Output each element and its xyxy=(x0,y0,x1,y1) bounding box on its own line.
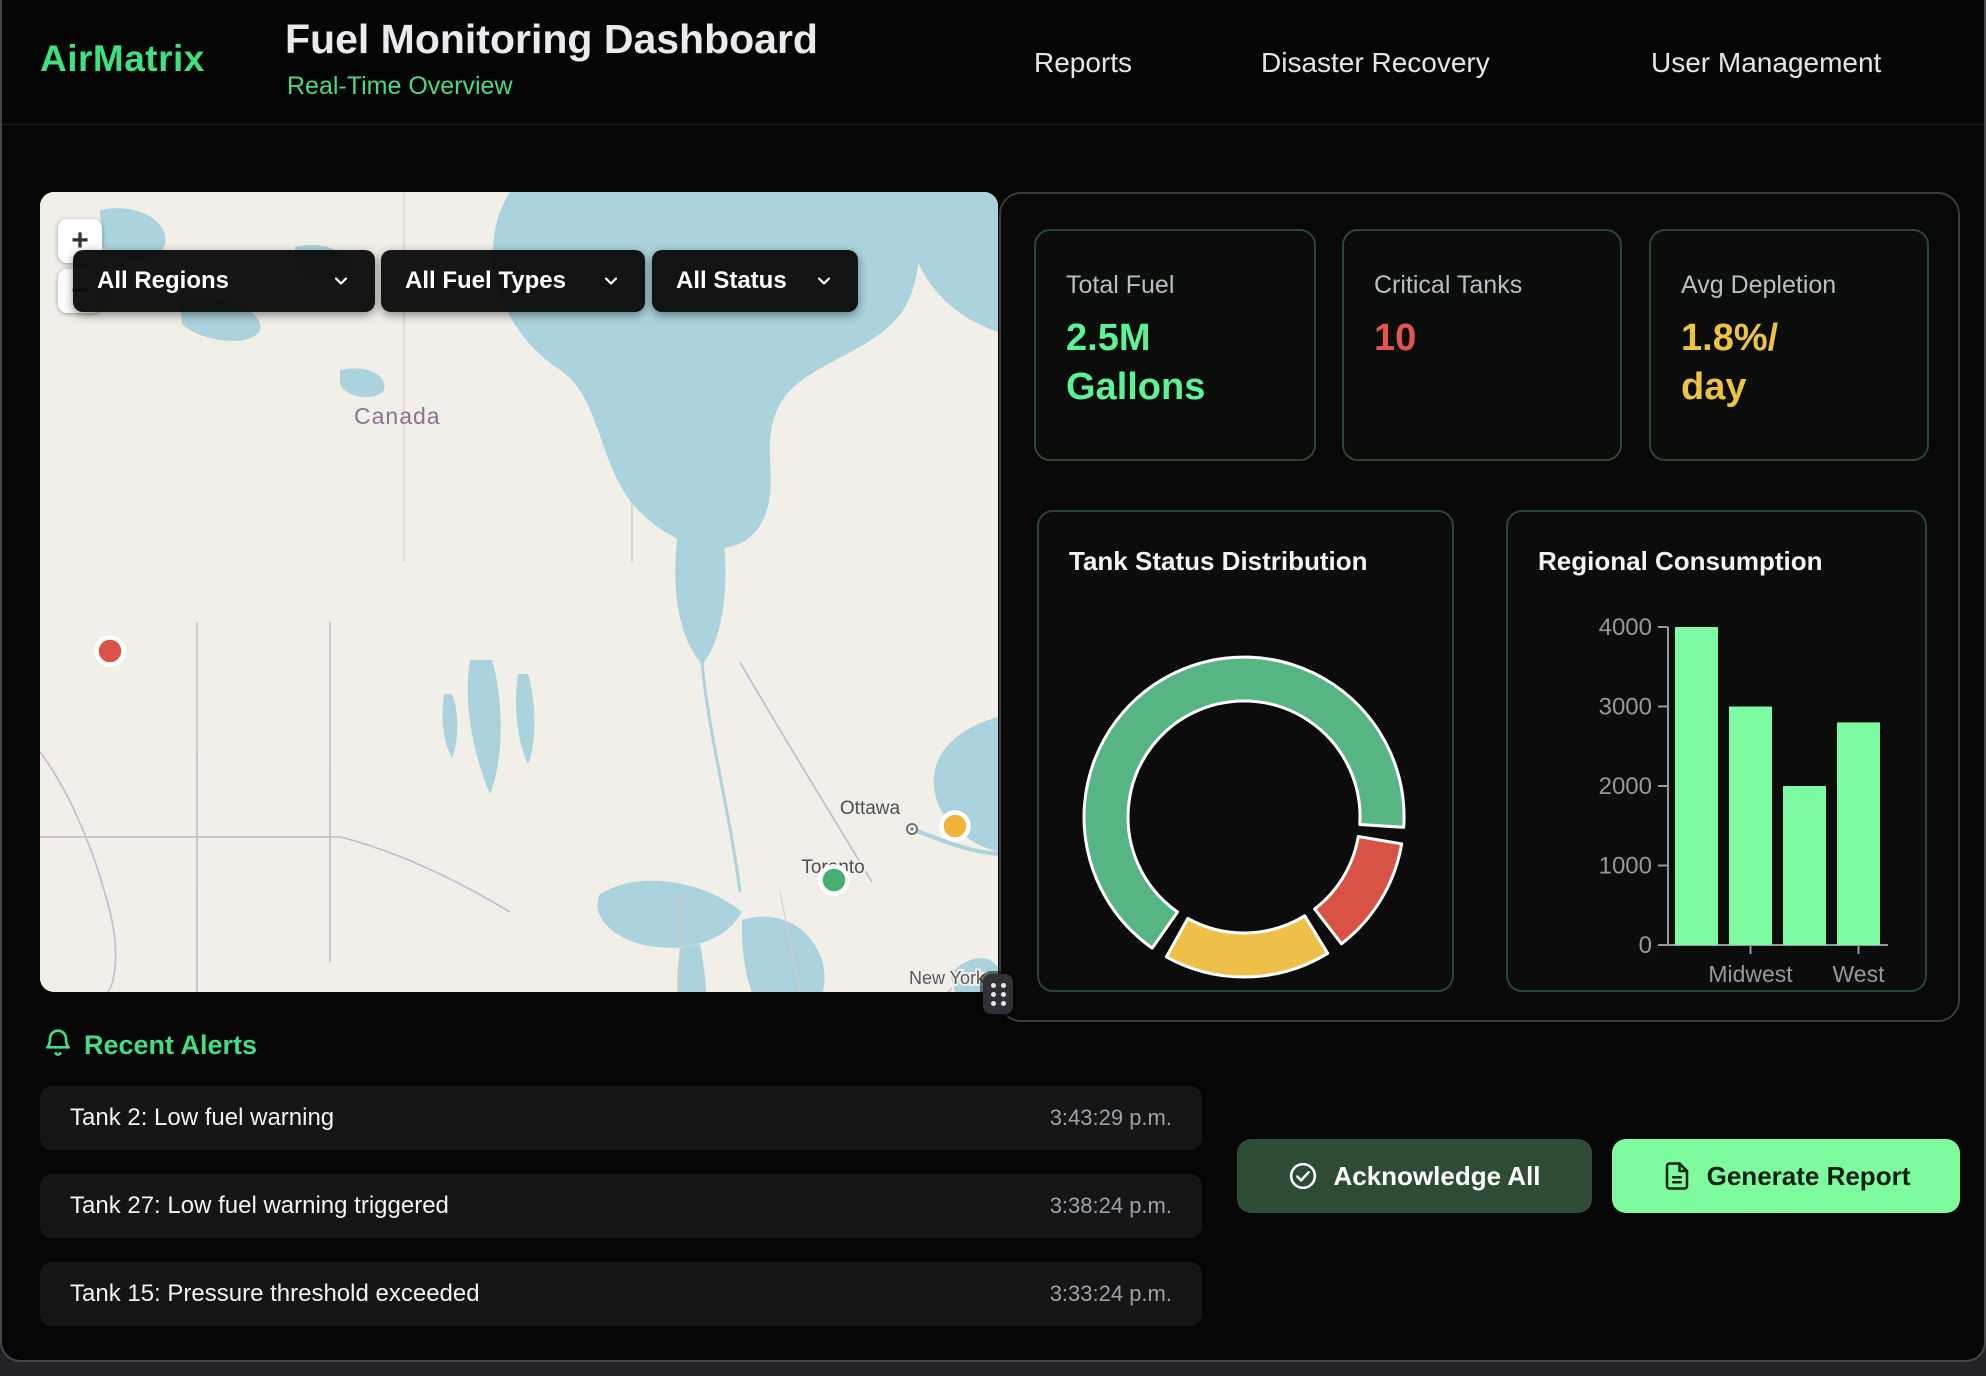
recent-alerts-title: Recent Alerts xyxy=(84,1030,257,1061)
stat-card-total-fuel: Total Fuel 2.5M Gallons xyxy=(1034,229,1316,461)
stat-label: Critical Tanks xyxy=(1374,271,1620,300)
stat-label: Total Fuel xyxy=(1066,271,1314,300)
region-filter-dropdown[interactable]: All Regions xyxy=(73,250,375,312)
tank-status-card: Tank Status Distribution xyxy=(1037,510,1454,992)
map-label-canada: Canada xyxy=(354,403,441,429)
check-circle-icon xyxy=(1288,1161,1318,1191)
acknowledge-all-button[interactable]: Acknowledge All xyxy=(1237,1139,1592,1213)
nav-disaster-recovery[interactable]: Disaster Recovery xyxy=(1261,47,1490,79)
status-filter-dropdown[interactable]: All Status xyxy=(652,250,858,312)
svg-text:1000: 1000 xyxy=(1599,853,1652,880)
file-text-icon xyxy=(1662,1161,1692,1191)
status-filter-value: All Status xyxy=(676,267,787,295)
stat-value: 10 xyxy=(1374,314,1514,363)
bell-icon xyxy=(42,1028,74,1065)
nav-reports[interactable]: Reports xyxy=(1034,47,1132,79)
metrics-panel: Total Fuel 2.5M Gallons Critical Tanks 1… xyxy=(999,192,1960,1022)
svg-text:Midwest: Midwest xyxy=(1708,961,1793,987)
chevron-down-icon xyxy=(575,271,621,291)
map-resize-drag-handle[interactable] xyxy=(983,974,1013,1014)
acknowledge-all-label: Acknowledge All xyxy=(1333,1161,1540,1192)
dashboard-window: AirMatrix Fuel Monitoring Dashboard Real… xyxy=(0,0,1986,1362)
svg-text:3000: 3000 xyxy=(1599,694,1652,721)
alert-row[interactable]: Tank 2: Low fuel warning 3:43:29 p.m. xyxy=(40,1086,1202,1150)
map-canvas: Canada Ottawa Toronto New York xyxy=(40,192,998,992)
alert-message: Tank 2: Low fuel warning xyxy=(70,1104,334,1132)
alert-timestamp: 3:43:29 p.m. xyxy=(1050,1105,1172,1131)
stat-card-critical-tanks: Critical Tanks 10 xyxy=(1342,229,1622,461)
ottawa-town-dot-core xyxy=(910,827,913,830)
regional-bar-chart: 0 1000 2000 3000 4000 Midwest West xyxy=(1508,512,1929,994)
fuel-map[interactable]: Canada Ottawa Toronto New York + − All R… xyxy=(40,192,998,992)
chevron-down-icon xyxy=(788,271,834,291)
page-subtitle: Real-Time Overview xyxy=(287,72,513,101)
stat-value: 1.8%/ day xyxy=(1681,314,1821,413)
fuel-type-filter-value: All Fuel Types xyxy=(405,267,566,295)
generate-report-label: Generate Report xyxy=(1707,1161,1911,1192)
page-title: Fuel Monitoring Dashboard xyxy=(285,16,818,63)
alert-message: Tank 15: Pressure threshold exceeded xyxy=(70,1280,480,1308)
map-label-new-york: New York xyxy=(909,968,986,988)
svg-text:West: West xyxy=(1833,961,1886,987)
alert-message: Tank 27: Low fuel warning triggered xyxy=(70,1192,449,1220)
alert-timestamp: 3:33:24 p.m. xyxy=(1050,1281,1172,1307)
stat-value: 2.5M Gallons xyxy=(1066,314,1206,413)
generate-report-button[interactable]: Generate Report xyxy=(1612,1139,1960,1213)
alert-row[interactable]: Tank 15: Pressure threshold exceeded 3:3… xyxy=(40,1262,1202,1326)
app-logo: AirMatrix xyxy=(40,38,205,80)
svg-text:2000: 2000 xyxy=(1599,773,1652,800)
svg-text:4000: 4000 xyxy=(1599,614,1652,641)
chevron-down-icon xyxy=(305,271,351,291)
region-filter-value: All Regions xyxy=(97,267,229,295)
svg-text:0: 0 xyxy=(1639,932,1652,959)
alert-timestamp: 3:38:24 p.m. xyxy=(1050,1193,1172,1219)
alert-row[interactable]: Tank 27: Low fuel warning triggered 3:38… xyxy=(40,1174,1202,1238)
stat-card-avg-depletion: Avg Depletion 1.8%/ day xyxy=(1649,229,1929,461)
tank-status-donut xyxy=(1039,512,1456,994)
nav-user-management[interactable]: User Management xyxy=(1651,47,1881,79)
header: AirMatrix Fuel Monitoring Dashboard Real… xyxy=(2,0,1984,125)
regional-consumption-card: Regional Consumption 01000200030004000Mi… xyxy=(1506,510,1927,992)
stat-label: Avg Depletion xyxy=(1681,271,1927,300)
map-label-ottawa: Ottawa xyxy=(840,798,901,819)
fuel-type-filter-dropdown[interactable]: All Fuel Types xyxy=(381,250,645,312)
